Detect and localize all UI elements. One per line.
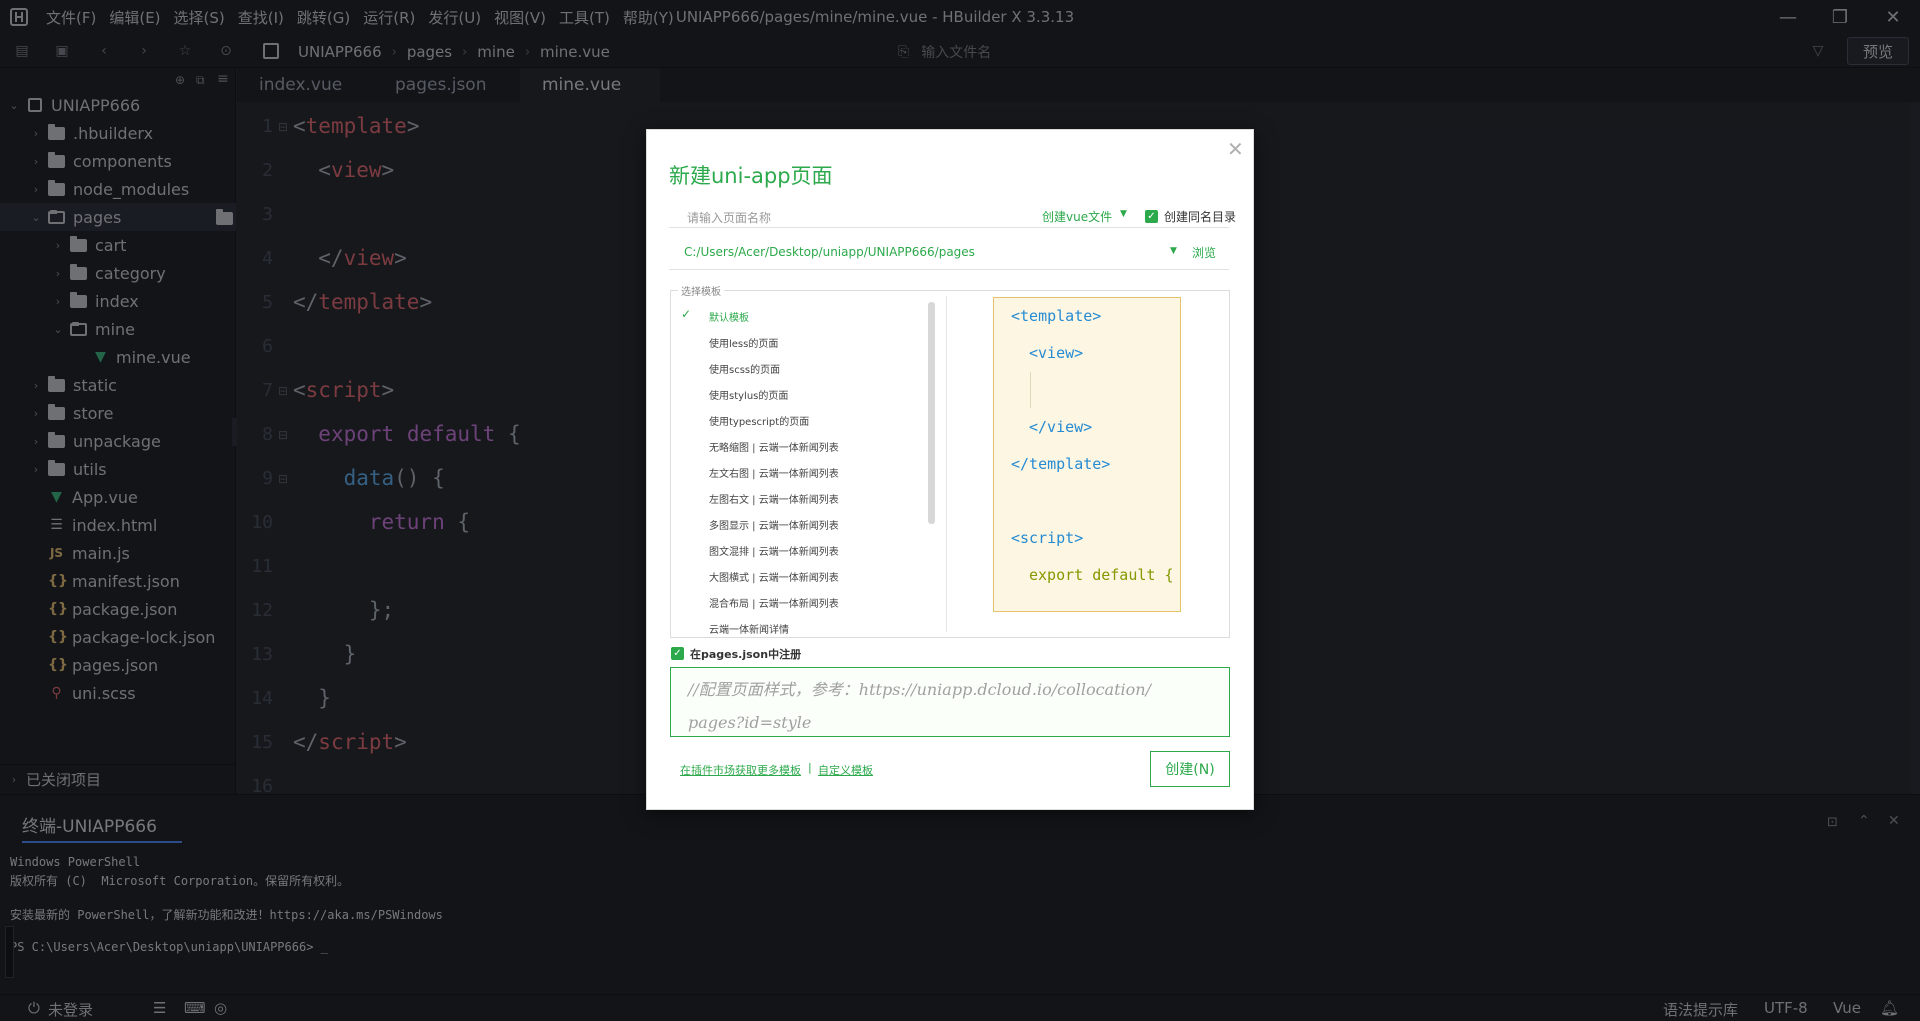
- template-option[interactable]: 使用scss的页面: [709, 361, 780, 376]
- style-comment-line: pages?id=style: [688, 713, 812, 732]
- template-list-scrollbar[interactable]: [928, 302, 935, 524]
- template-option[interactable]: 大图横式 | 云端一体新闻列表: [709, 569, 839, 584]
- preview-code-line: <template>: [1011, 307, 1102, 325]
- same-dir-checkbox[interactable]: ✓: [1145, 210, 1158, 223]
- check-icon: ✓: [681, 307, 692, 321]
- register-pages-json-label: 在pages.json中注册: [690, 648, 802, 661]
- preview-code-line: <script>: [1011, 529, 1084, 547]
- template-option[interactable]: 使用stylus的页面: [709, 387, 788, 402]
- page-name-placeholder: 请输入页面名称: [687, 211, 772, 225]
- plugin-market-link[interactable]: 在插件市场获取更多模板: [680, 762, 801, 778]
- browse-button[interactable]: 浏览: [1192, 244, 1216, 261]
- preview-code-line: export default {: [1029, 566, 1174, 584]
- caret-down-icon[interactable]: ▼: [1170, 246, 1177, 256]
- template-option[interactable]: 云端一体新闻详情: [709, 621, 789, 636]
- template-legend: 选择模板: [678, 283, 724, 298]
- register-pages-json-checkbox[interactable]: ✓: [671, 647, 684, 660]
- indent-guide: [1030, 372, 1031, 408]
- dialog-title: 新建uni-app页面: [669, 164, 833, 188]
- template-option[interactable]: 使用typescript的页面: [709, 413, 809, 428]
- create-type-select[interactable]: 创建vue文件: [1042, 208, 1112, 225]
- same-dir-label: 创建同名目录: [1164, 210, 1237, 224]
- path-value: C:/Users/Acer/Desktop/uniapp/UNIAPP666/p…: [684, 245, 975, 259]
- template-option[interactable]: 使用less的页面: [709, 335, 778, 350]
- template-option[interactable]: 图文混排 | 云端一体新闻列表: [709, 543, 839, 558]
- preview-code-line: <view>: [1029, 344, 1084, 362]
- link-separator: |: [808, 761, 812, 774]
- template-option[interactable]: 左图右文 | 云端一体新闻列表: [709, 491, 839, 506]
- custom-template-link[interactable]: 自定义模板: [818, 762, 873, 778]
- template-option[interactable]: 无略缩图 | 云端一体新闻列表: [709, 439, 839, 454]
- template-option[interactable]: 左文右图 | 云端一体新闻列表: [709, 465, 839, 480]
- template-option[interactable]: 默认模板: [709, 309, 749, 324]
- dialog-close-icon[interactable]: ✕: [1227, 137, 1244, 161]
- template-option[interactable]: 混合布局 | 云端一体新闻列表: [709, 595, 839, 610]
- style-comment-line: //配置页面样式，参考：https://uniapp.dcloud.io/col…: [688, 680, 1151, 699]
- divider: [946, 296, 947, 632]
- template-option[interactable]: 多图显示 | 云端一体新闻列表: [709, 517, 839, 532]
- caret-down-icon[interactable]: ▼: [1120, 209, 1127, 219]
- preview-code-line: </template>: [1011, 455, 1111, 473]
- preview-code-line: </view>: [1029, 418, 1093, 436]
- create-button[interactable]: 创建(N): [1150, 751, 1230, 787]
